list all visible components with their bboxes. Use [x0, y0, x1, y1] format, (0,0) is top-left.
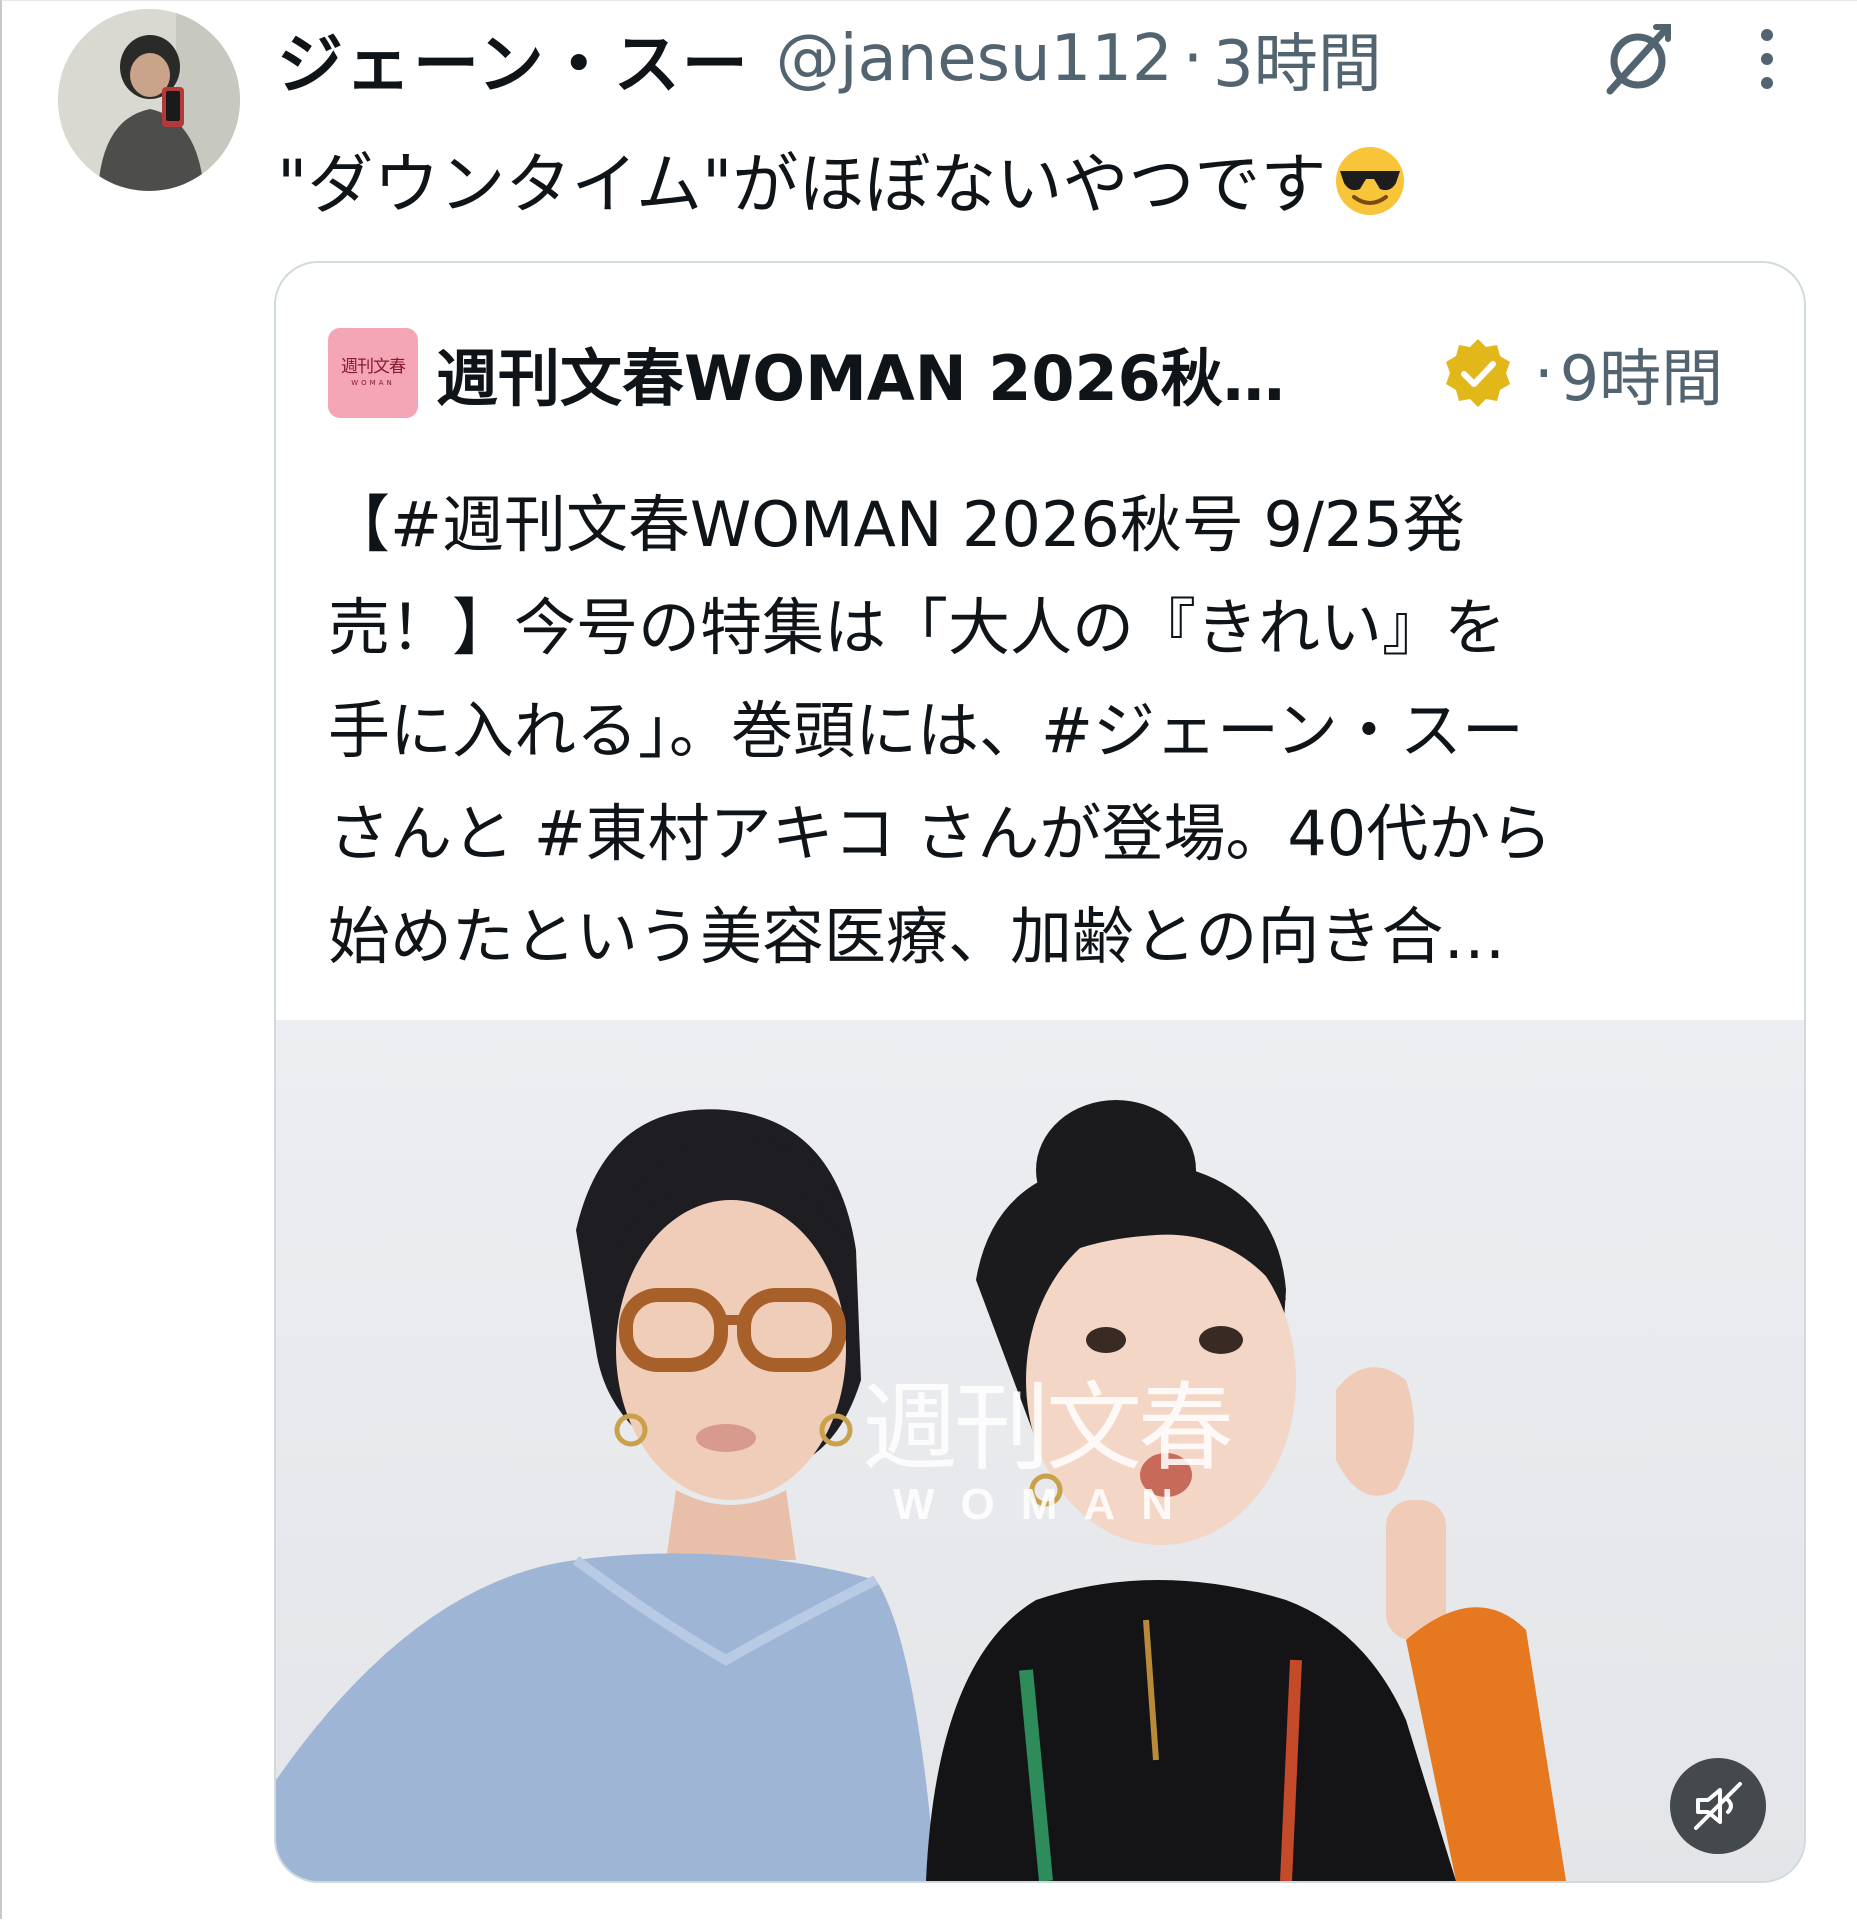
watermark-jp: 週刊文春 — [862, 1372, 1234, 1484]
quoted-account-avatar[interactable]: 週刊文春 WOMAN — [328, 328, 418, 418]
tweet-container[interactable]: ジェーン・スー @janesu112 · 3時間 "ダウンタイム"がほぼないやつ… — [0, 0, 1857, 1919]
sunglasses-emoji-icon — [1330, 139, 1410, 219]
quoted-tweet-card[interactable]: 週刊文春 WOMAN 週刊文春WOMAN 2026秋… · 9時間 【#週刊文春… — [274, 261, 1806, 1883]
quoted-text-line: さんと #東村アキコ さんが登場。40代から — [328, 797, 1553, 870]
quoted-tweet-text: 【#週刊文春WOMAN 2026秋号 9/25発 売！】今号の特集は「大人の『き… — [328, 473, 1768, 988]
watermark-en: WOMAN — [893, 1480, 1199, 1529]
quoted-text-line: 売！】今号の特集は「大人の『きれい』を — [328, 591, 1507, 664]
mute-button[interactable] — [1670, 1758, 1766, 1854]
more-vertical-icon[interactable] — [1747, 27, 1787, 91]
quoted-time[interactable]: 9時間 — [1560, 328, 1723, 418]
grok-icon[interactable] — [1602, 21, 1672, 97]
tweet-text-content: "ダウンタイム"がほぼないやつです — [277, 146, 1327, 223]
author-name[interactable]: ジェーン・スー — [277, 11, 750, 107]
quoted-text-line: 始めたという美容医療、加齢との向き合… — [328, 900, 1506, 973]
author-avatar[interactable] — [58, 9, 240, 191]
avatar-logo-jp: 週刊文春 — [341, 357, 406, 377]
quoted-text-line: 【#週刊文春WOMAN 2026秋号 9/25発 — [328, 488, 1465, 561]
verified-badge-icon — [1446, 339, 1510, 407]
quoted-tweet-header: 週刊文春 WOMAN 週刊文春WOMAN 2026秋… · 9時間 — [328, 323, 1778, 423]
tweet-text: "ダウンタイム"がほぼないやつです — [277, 131, 1410, 227]
author-handle[interactable]: @janesu112 — [776, 22, 1173, 96]
quoted-text-line: 手に入れる」。巻頭には、#ジェーン・スー — [328, 694, 1524, 767]
avatar-photo — [58, 9, 240, 191]
quoted-separator: · — [1534, 336, 1554, 410]
avatar-logo-en: WOMAN — [351, 379, 395, 387]
media-watermark: 週刊文春 WOMAN — [851, 1380, 1241, 1530]
meta-separator: · — [1182, 22, 1204, 96]
author-row: ジェーン・スー @janesu112 · 3時間 — [277, 19, 1382, 103]
quoted-media-video[interactable]: 週刊文春 WOMAN — [276, 1020, 1804, 1881]
speaker-muted-icon — [1694, 1782, 1742, 1830]
tweet-time[interactable]: 3時間 — [1213, 13, 1382, 105]
quoted-account-name[interactable]: 週刊文春WOMAN 2026秋… — [436, 328, 1366, 418]
